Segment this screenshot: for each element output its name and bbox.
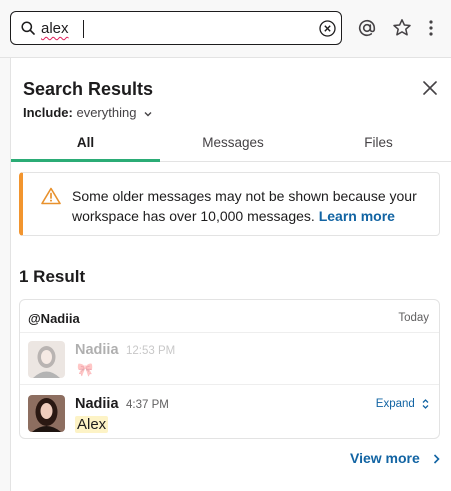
avatar [28, 395, 65, 432]
warning-icon [41, 187, 61, 205]
close-icon[interactable] [423, 81, 437, 95]
search-results-panel: Search Results Include: everything All M… [11, 58, 451, 491]
result-card[interactable]: @Nadiia Today Nadiia 12:53 PM 🎀 Nadiia 4… [19, 299, 440, 439]
text-caret [83, 20, 84, 38]
notice-text: Some older messages may not be shown bec… [72, 186, 432, 226]
context-message: Nadiia 12:53 PM 🎀 [20, 337, 439, 383]
more-options-icon[interactable] [428, 19, 434, 37]
search-query-text: alex [41, 20, 69, 37]
left-sidebar-edge [0, 58, 11, 491]
include-label: Include: [23, 105, 73, 120]
highlighted-match: Alex [75, 416, 109, 433]
learn-more-link[interactable]: Learn more [319, 208, 395, 224]
expand-chevrons-icon [422, 399, 429, 409]
mentions-icon[interactable] [357, 18, 377, 38]
result-count: 1 Result [19, 267, 86, 286]
search-input[interactable]: alex [10, 11, 342, 45]
search-icon [21, 21, 35, 35]
star-icon[interactable] [392, 18, 412, 38]
message-limit-notice: Some older messages may not be shown bec… [19, 172, 440, 236]
tab-all[interactable]: All [11, 128, 160, 162]
divider [20, 384, 439, 385]
message-author[interactable]: Nadiia [75, 342, 119, 358]
message-time: 12:53 PM [126, 345, 176, 357]
chevron-down-icon [144, 111, 152, 117]
include-value: everything [76, 105, 137, 120]
avatar [28, 341, 65, 378]
result-channel[interactable]: @Nadiia [28, 311, 80, 326]
expand-label: Expand [375, 398, 415, 411]
result-tabs: All Messages Files [11, 128, 451, 162]
result-date: Today [398, 312, 429, 324]
matched-message[interactable]: Nadiia 4:37 PM Alex Expand [20, 391, 439, 437]
top-bar: alex [0, 0, 451, 58]
ribbon-emoji: 🎀 [77, 362, 94, 377]
include-filter[interactable]: Include: everything [23, 105, 152, 120]
tab-messages[interactable]: Messages [160, 128, 306, 162]
clear-search-icon[interactable] [319, 20, 336, 37]
panel-title: Search Results [23, 79, 154, 99]
chevron-right-icon[interactable] [433, 454, 440, 464]
view-more-link[interactable]: View more [350, 450, 420, 466]
tab-files[interactable]: Files [306, 128, 451, 162]
message-author[interactable]: Nadiia [75, 396, 119, 412]
message-time: 4:37 PM [126, 399, 169, 411]
expand-button[interactable]: Expand [376, 398, 429, 410]
divider [20, 332, 439, 333]
